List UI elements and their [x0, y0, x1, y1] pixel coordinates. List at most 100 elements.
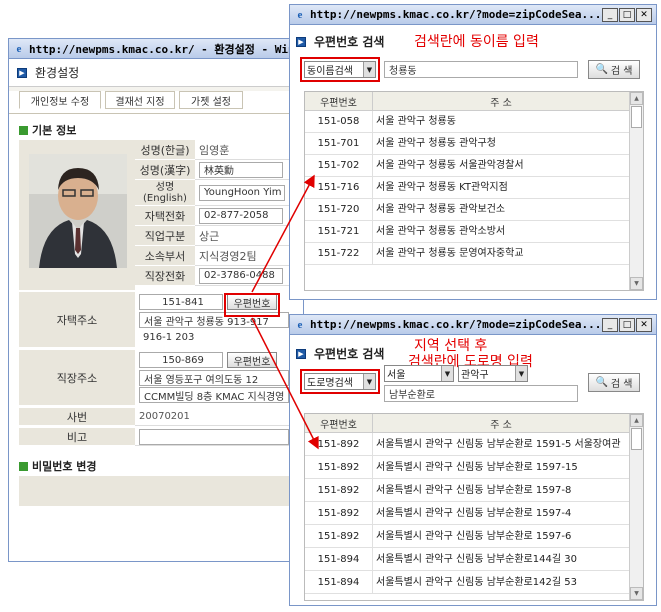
- zip-cell[interactable]: 151-721: [305, 221, 373, 242]
- address-cell[interactable]: 서울특별시 관악구 신림동 남부순환로144길 30: [373, 548, 629, 570]
- work-zip-field[interactable]: 150-869: [139, 352, 223, 368]
- zip-bottom-search-button-label: 검 색: [610, 379, 633, 390]
- zip-cell[interactable]: 151-722: [305, 243, 373, 264]
- table-row[interactable]: 151-721 서울 관악구 청룡동 관악소방서: [305, 221, 629, 243]
- district-value: 관악구: [461, 370, 489, 381]
- maximize-button[interactable]: □: [619, 317, 635, 332]
- note-field[interactable]: [139, 428, 289, 445]
- settings-header: ▶ 환경설정: [9, 59, 303, 87]
- address-cell[interactable]: 서울 관악구 청룡동 서울관악경찰서: [373, 155, 629, 176]
- address-cell[interactable]: 서울특별시 관악구 신림동 남부순환로 1597-4: [373, 502, 629, 524]
- home-address-line2[interactable]: 916-1 203: [139, 329, 289, 345]
- zip-cell[interactable]: 151-892: [305, 433, 373, 455]
- city-select[interactable]: 서울 ▼: [384, 365, 454, 382]
- address-cell[interactable]: 서울 관악구 청룡동 KT관악지점: [373, 177, 629, 198]
- section-basic-label: 기본 정보: [32, 124, 77, 137]
- ie-icon: e: [297, 8, 303, 21]
- zip-cell[interactable]: 151-892: [305, 479, 373, 501]
- address-cell[interactable]: 서울 관악구 청룡동 문영여자중학교: [373, 243, 629, 264]
- note-label: 비고: [19, 428, 135, 446]
- work-phone-field[interactable]: 02-3786-0488: [199, 267, 283, 284]
- table-row[interactable]: 151-892 서울특별시 관악구 신림동 남부순환로 1597-8: [305, 479, 629, 502]
- tab-gadget[interactable]: 가젯 설정: [179, 91, 243, 109]
- address-cell[interactable]: 서울특별시 관악구 신림동 남부순환로142길 53: [373, 571, 629, 593]
- work-zip-button[interactable]: 우편번호: [227, 352, 277, 368]
- zip-cell[interactable]: 151-058: [305, 111, 373, 132]
- arrow-bullet-icon: ▶: [296, 36, 306, 47]
- emp-no-row: 사번 20070201: [19, 408, 293, 426]
- dept-label: 소속부서: [135, 246, 195, 266]
- address-cell[interactable]: 서울 관악구 청룡동 관악소방서: [373, 221, 629, 242]
- name-kr-value: 임영훈: [195, 140, 293, 160]
- table-row[interactable]: 151-716 서울 관악구 청룡동 KT관악지점: [305, 177, 629, 199]
- work-address-line1[interactable]: 서울 영등포구 여의도동 12: [139, 370, 289, 386]
- zip-top-title-bar: e http://newpms.kmac.co.kr/?mode=zipCode…: [290, 5, 656, 25]
- table-row[interactable]: 151-720 서울 관악구 청룡동 관악보건소: [305, 199, 629, 221]
- dept-value: 지식경영2팀: [195, 246, 293, 266]
- zip-bottom-search-input[interactable]: 남부순환로: [384, 385, 578, 402]
- table-row[interactable]: 151-894 서울특별시 관악구 신림동 남부순환로144길 30: [305, 548, 629, 571]
- highlight-road-search-type: [300, 369, 380, 394]
- zip-bottom-scrollbar[interactable]: ▲ ▼: [629, 414, 643, 600]
- section-bullet-icon: [19, 125, 28, 135]
- work-address-label: 직장주소: [19, 350, 135, 406]
- tab-approval-line[interactable]: 결재선 지정: [105, 91, 175, 109]
- home-address-label: 자택주소: [19, 292, 135, 348]
- col-zip-header: 우편번호: [305, 92, 373, 110]
- zip-cell[interactable]: 151-894: [305, 548, 373, 570]
- settings-window-title: http://newpms.kmac.co.kr/ - 환경설정 - Win: [29, 42, 295, 56]
- table-row[interactable]: 151-892 서울특별시 관악구 신림동 남부순환로 1597-15: [305, 456, 629, 479]
- name-en-field[interactable]: YoungHoon Yim: [199, 184, 285, 201]
- tab-personal-info[interactable]: 개인정보 수정: [19, 91, 101, 109]
- zip-cell[interactable]: 151-892: [305, 502, 373, 524]
- magnifier-icon: 🔍: [595, 377, 608, 388]
- district-select[interactable]: 관악구 ▼: [458, 365, 528, 382]
- close-button[interactable]: ✕: [636, 7, 652, 22]
- table-row[interactable]: 151-722 서울 관악구 청룡동 문영여자중학교: [305, 243, 629, 265]
- work-address-line2[interactable]: CCMM빌딩 8층 KMAC 지식경영: [139, 387, 289, 403]
- col-address-header: 주 소: [490, 97, 512, 109]
- home-phone-field[interactable]: 02-877-2058: [199, 207, 283, 224]
- table-row[interactable]: 151-892 서울특별시 관악구 신림동 남부순환로 1597-6: [305, 525, 629, 548]
- address-cell[interactable]: 서울 관악구 청룡동: [373, 111, 629, 132]
- zip-cell[interactable]: 151-894: [305, 571, 373, 593]
- zip-cell[interactable]: 151-892: [305, 525, 373, 547]
- address-cell[interactable]: 서울특별시 관악구 신림동 남부순환로 1591-5 서울장여관: [373, 433, 629, 455]
- address-cell[interactable]: 서울 관악구 청룡동 관악구청: [373, 133, 629, 154]
- address-cell[interactable]: 서울특별시 관악구 신림동 남부순환로 1597-8: [373, 479, 629, 501]
- settings-title-bar: e http://newpms.kmac.co.kr/ - 환경설정 - Win: [9, 39, 303, 59]
- zip-top-search-input[interactable]: 청룡동: [384, 61, 578, 78]
- name-cn-field[interactable]: 林英勳: [199, 161, 283, 178]
- zip-cell[interactable]: 151-702: [305, 155, 373, 176]
- section-bullet-icon: [19, 461, 28, 471]
- close-button[interactable]: ✕: [636, 317, 652, 332]
- home-zip-field[interactable]: 151-841: [139, 294, 223, 310]
- zip-bottom-header: ▶ 우편번호 검색: [296, 345, 384, 362]
- maximize-button[interactable]: □: [619, 7, 635, 22]
- table-row[interactable]: 151-701 서울 관악구 청룡동 관악구청: [305, 133, 629, 155]
- settings-tabs: 개인정보 수정 결재선 지정 가젯 설정: [9, 91, 303, 113]
- zip-search-window-bottom: e http://newpms.kmac.co.kr/?mode=zipCode…: [289, 314, 657, 606]
- zip-bottom-search-button[interactable]: 🔍 검 색: [588, 373, 640, 392]
- table-row[interactable]: 151-892 서울특별시 관악구 신림동 남부순환로 1591-5 서울장여관: [305, 433, 629, 456]
- minimize-button[interactable]: _: [602, 317, 618, 332]
- zip-cell[interactable]: 151-892: [305, 456, 373, 478]
- emp-no-value: 20070201: [135, 408, 293, 426]
- address-cell[interactable]: 서울특별시 관악구 신림동 남부순환로 1597-6: [373, 525, 629, 547]
- minimize-button[interactable]: _: [602, 7, 618, 22]
- zip-bottom-title: http://newpms.kmac.co.kr/?mode=zipCodeSe…: [310, 318, 602, 331]
- section-password-label[interactable]: 비밀번호 변경: [32, 458, 97, 474]
- address-cell[interactable]: 서울특별시 관악구 신림동 남부순환로 1597-15: [373, 456, 629, 478]
- table-row[interactable]: 151-058 서울 관악구 청룡동: [305, 111, 629, 133]
- emp-no-label: 사번: [19, 408, 135, 426]
- address-cell[interactable]: 서울 관악구 청룡동 관악보건소: [373, 199, 629, 220]
- table-row[interactable]: 151-892 서울특별시 관악구 신림동 남부순환로 1597-4: [305, 502, 629, 525]
- section-password: 비밀번호 변경: [19, 458, 97, 474]
- zip-cell[interactable]: 151-716: [305, 177, 373, 198]
- zip-top-search-button[interactable]: 🔍 검 색: [588, 60, 640, 79]
- zip-top-scrollbar[interactable]: ▲ ▼: [629, 92, 643, 290]
- zip-cell[interactable]: 151-720: [305, 199, 373, 220]
- zip-cell[interactable]: 151-701: [305, 133, 373, 154]
- table-row[interactable]: 151-894 서울특별시 관악구 신림동 남부순환로142길 53: [305, 571, 629, 594]
- table-row[interactable]: 151-702 서울 관악구 청룡동 서울관악경찰서: [305, 155, 629, 177]
